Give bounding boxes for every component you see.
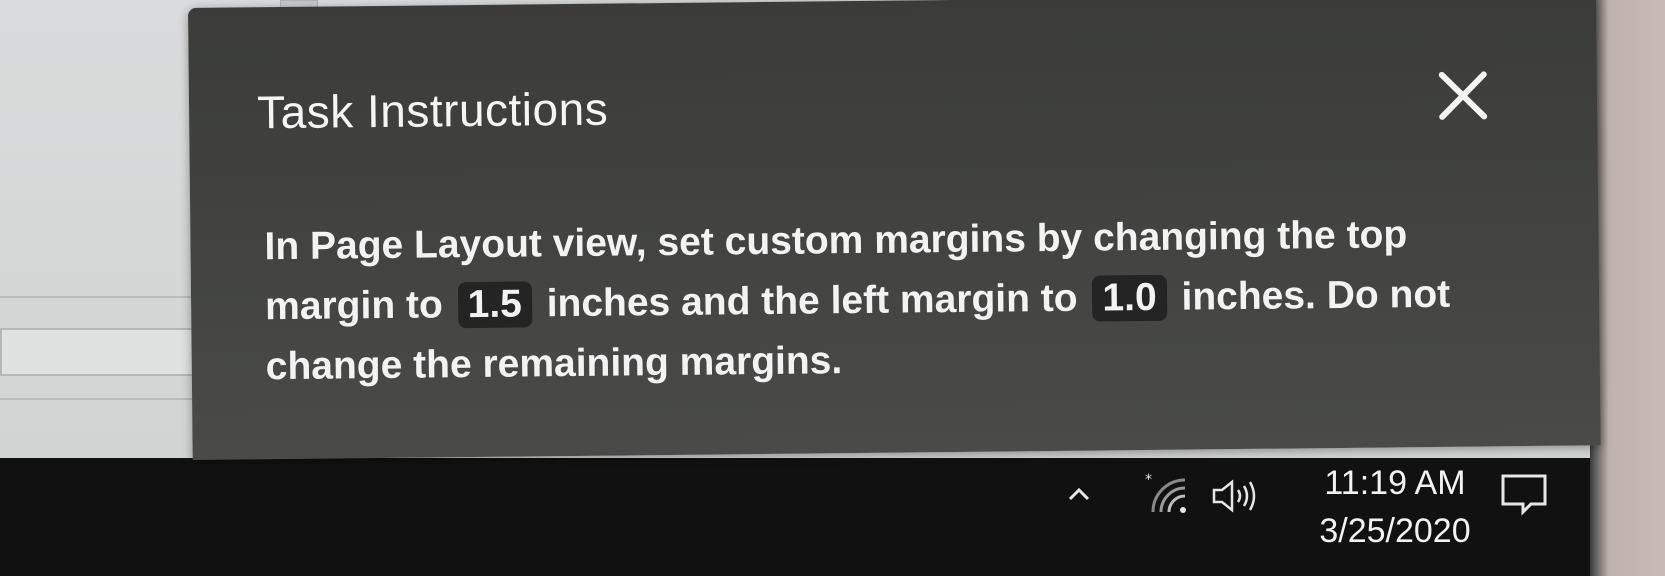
- top-margin-value: 1.5: [457, 281, 533, 329]
- instruction-text: In Page Layout view, set custom margins …: [264, 204, 1496, 397]
- svg-text:*: *: [1145, 472, 1152, 488]
- screen: * 11:19 AM 3/25/2020 Task Instructions I…: [0, 0, 1665, 576]
- clock-time: 11:19 AM: [1324, 464, 1466, 502]
- dialog-title: Task Instructions: [256, 82, 609, 139]
- monitor-bezel: [1590, 0, 1665, 576]
- system-tray: * 11:19 AM 3/25/2020: [1060, 458, 1590, 576]
- taskbar-clock[interactable]: 11:19 AM 3/25/2020: [1295, 458, 1495, 552]
- left-margin-value: 1.0: [1092, 274, 1167, 322]
- instruction-part-2: inches and the left margin to: [546, 276, 1078, 326]
- close-icon: [1438, 71, 1488, 120]
- background-field: [0, 328, 200, 376]
- background-divider: [0, 398, 200, 400]
- volume-icon[interactable]: [1210, 478, 1266, 514]
- wifi-icon[interactable]: *: [1145, 472, 1191, 518]
- task-instructions-dialog: Task Instructions In Page Layout view, s…: [188, 0, 1601, 460]
- clock-date: 3/25/2020: [1319, 512, 1471, 550]
- chevron-up-icon[interactable]: [1068, 484, 1090, 506]
- background-divider: [0, 296, 200, 298]
- notification-icon[interactable]: [1497, 458, 1551, 518]
- close-button[interactable]: [1434, 66, 1493, 125]
